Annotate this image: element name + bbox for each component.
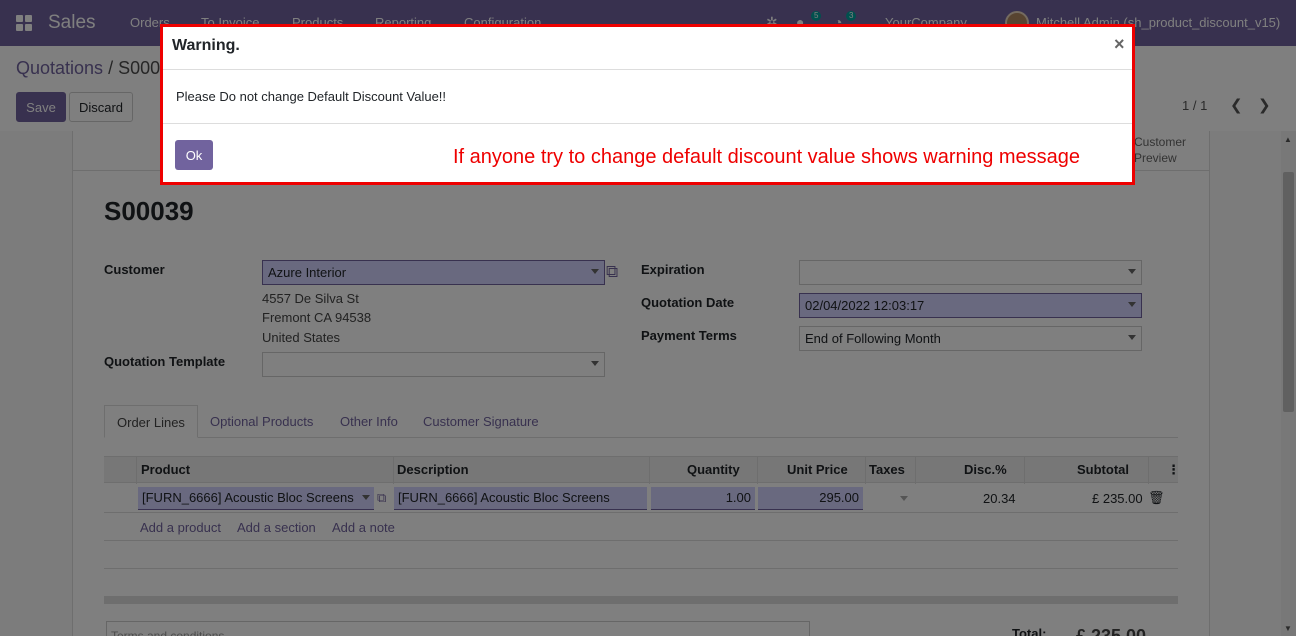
warning-dialog: Warning. × Please Do not change Default …: [160, 24, 1135, 185]
dialog-header: Warning. ×: [163, 27, 1132, 70]
annotation-text: If anyone try to change default discount…: [453, 146, 1081, 168]
dialog-footer: Ok If anyone try to change default disco…: [163, 123, 1132, 182]
ok-button[interactable]: Ok: [175, 140, 213, 170]
close-icon[interactable]: ×: [1114, 34, 1125, 55]
dialog-message: Please Do not change Default Discount Va…: [176, 89, 447, 104]
dialog-title: Warning.: [172, 37, 240, 54]
